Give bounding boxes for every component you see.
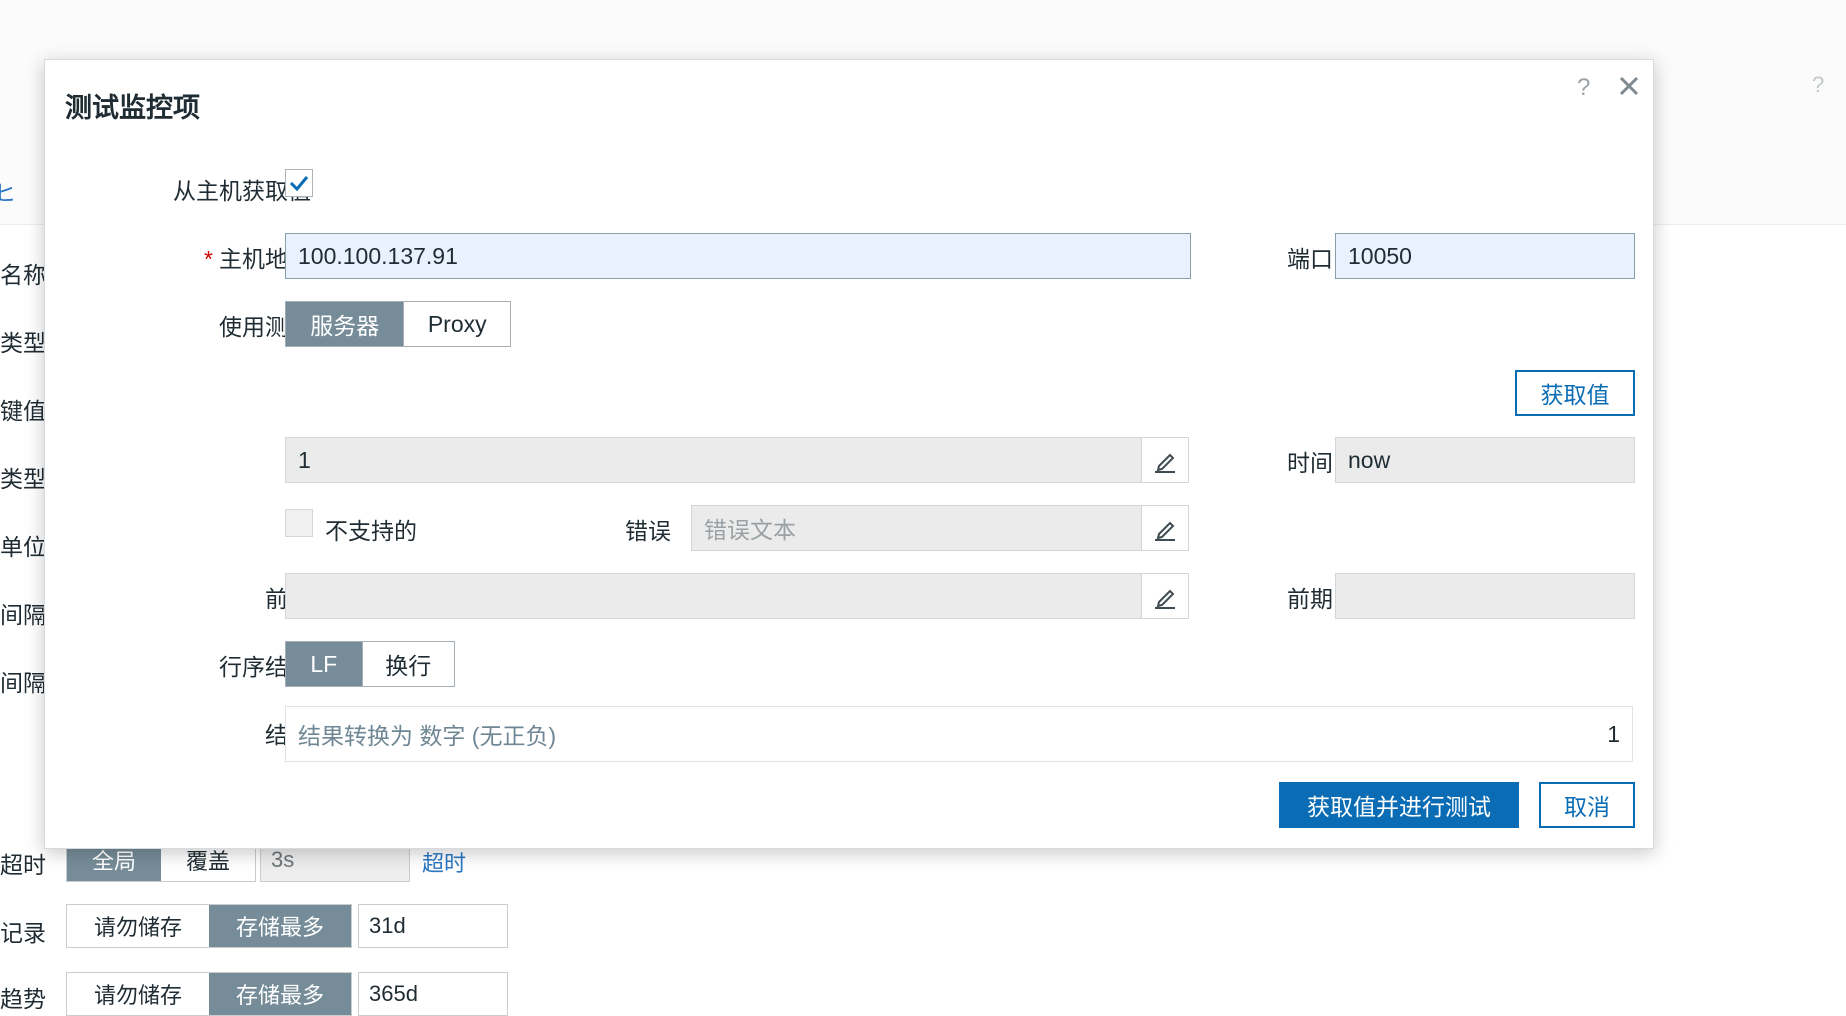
history-option-no-store[interactable]: 请勿储存 [67, 905, 209, 947]
end-of-line-toggle[interactable]: LF 换行 [285, 641, 455, 687]
background-label-timeout: 超时 [0, 852, 46, 878]
time-label: 时间 [1287, 450, 1333, 476]
close-icon[interactable] [1615, 72, 1643, 100]
required-mark: * [204, 246, 213, 272]
result-box: 结果转换为 数字 (无正负) 1 [285, 706, 1633, 762]
history-option-store-max[interactable]: 存储最多 [209, 905, 351, 947]
dialog-title: 测试监控项 [65, 93, 200, 123]
cancel-button[interactable]: 取消 [1539, 782, 1635, 828]
error-input[interactable]: 错误文本 [691, 505, 1189, 551]
checkmark-icon [289, 176, 309, 191]
trends-option-no-store[interactable]: 请勿储存 [67, 973, 209, 1015]
get-value-button[interactable]: 获取值 [1515, 370, 1635, 416]
timeout-link[interactable]: 超时 [422, 846, 466, 878]
history-toggle[interactable]: 请勿储存 存储最多 [66, 904, 352, 948]
get-from-host-checkbox[interactable] [285, 169, 313, 197]
port-label: 端口 [1287, 246, 1333, 272]
end-of-line-option-lf[interactable]: LF [286, 642, 362, 686]
port-input[interactable]: 10050 [1335, 233, 1635, 279]
top-bar [0, 0, 1846, 59]
background-edge-text: ヒ [0, 181, 17, 206]
test-item-dialog: 测试监控项 ? 从主机获取值 * 主机地址 100.100.137.91 端口 1… [44, 59, 1654, 849]
previous-time-label: 前期 [1287, 586, 1333, 612]
host-address-input[interactable]: 100.100.137.91 [285, 233, 1191, 279]
background-label-interval-2: 间隔 [0, 670, 46, 696]
test-with-option-server[interactable]: 服务器 [286, 302, 404, 346]
pencil-icon [1155, 589, 1175, 609]
background-label-history: 记录 [0, 920, 46, 946]
background-label-key: 键值 [0, 398, 46, 424]
get-value-and-test-button[interactable]: 获取值并进行测试 [1279, 782, 1519, 828]
background-label-units: 单位 [0, 534, 46, 560]
help-icon[interactable]: ? [1577, 74, 1590, 102]
time-input[interactable]: now [1335, 437, 1635, 483]
trends-toggle[interactable]: 请勿储存 存储最多 [66, 972, 352, 1016]
background-label-trends: 趋势 [0, 986, 46, 1012]
error-label: 错误 [625, 518, 671, 544]
result-value: 1 [1607, 720, 1620, 747]
previous-time-input[interactable] [1335, 573, 1635, 619]
not-supported-checkbox[interactable] [285, 509, 313, 537]
trends-option-store-max[interactable]: 存储最多 [209, 973, 351, 1015]
previous-value-input[interactable] [285, 573, 1189, 619]
background-label-name: 名称 [0, 262, 46, 288]
background-label-type-of-info: 类型 [0, 466, 46, 492]
value-edit-button[interactable] [1141, 438, 1188, 482]
trends-input[interactable]: 365d [358, 972, 508, 1016]
pencil-icon [1155, 521, 1175, 541]
background-label-interval: 间隔 [0, 602, 46, 628]
value-text: 1 [298, 446, 311, 473]
end-of-line-option-crlf[interactable]: 换行 [361, 642, 454, 686]
value-input[interactable]: 1 [285, 437, 1189, 483]
result-text: 结果转换为 数字 (无正负) [298, 723, 557, 749]
background-label-type: 类型 [0, 330, 46, 356]
test-with-toggle[interactable]: 服务器 Proxy [285, 301, 511, 347]
error-edit-button[interactable] [1141, 506, 1188, 550]
previous-value-edit-button[interactable] [1141, 574, 1188, 618]
not-supported-label: 不支持的 [325, 518, 417, 544]
background-help-icon[interactable]: ? [1812, 72, 1824, 98]
history-input[interactable]: 31d [358, 904, 508, 948]
error-placeholder: 错误文本 [704, 517, 796, 543]
pencil-icon [1155, 453, 1175, 473]
test-with-option-proxy[interactable]: Proxy [403, 302, 510, 346]
